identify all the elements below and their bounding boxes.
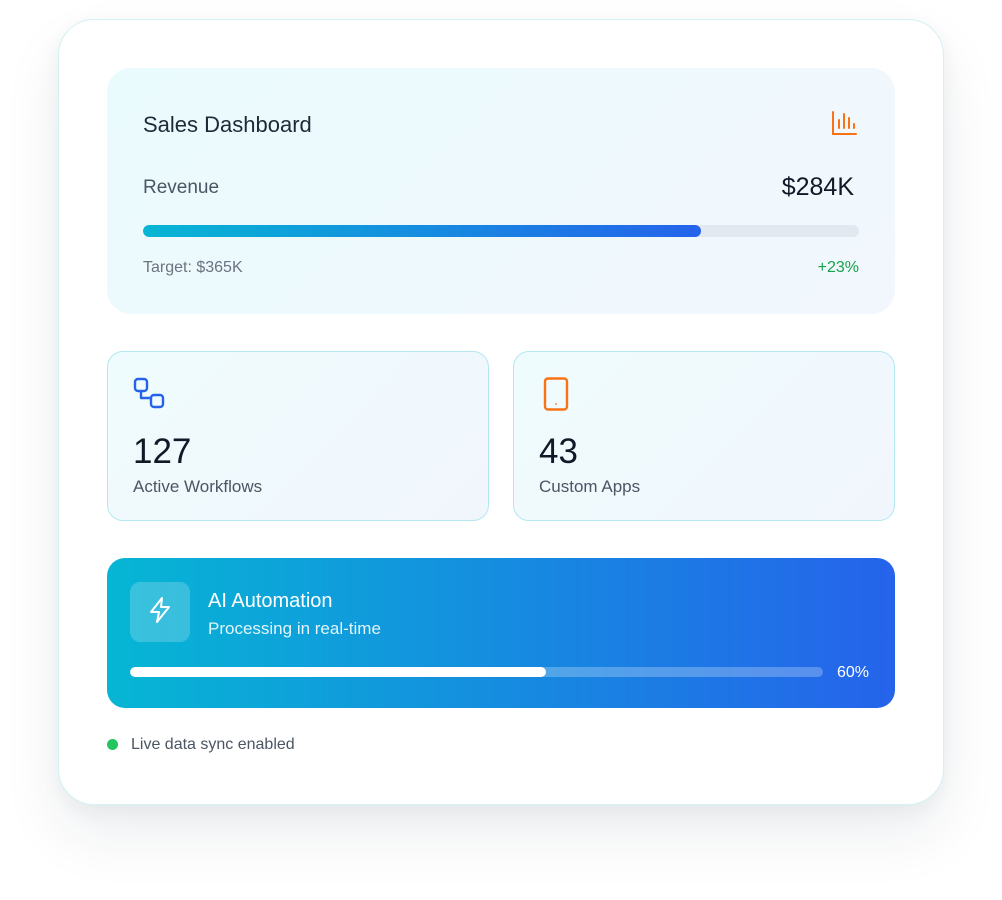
ai-progress-percent: 60%: [836, 664, 869, 681]
stat-value: 43: [539, 432, 578, 471]
ai-progress-bar: [130, 667, 823, 677]
sync-status-dot: [107, 739, 118, 750]
revenue-progress-fill: [143, 225, 702, 237]
tablet-icon: [539, 377, 573, 411]
revenue-value: $284K: [781, 173, 854, 201]
lightning-icon: [147, 596, 173, 629]
ai-icon-box: [130, 582, 190, 642]
ai-progress-fill: [130, 667, 546, 677]
ai-subtitle: Processing in real-time: [208, 619, 381, 638]
stat-value: 127: [133, 432, 192, 471]
ai-automation-panel[interactable]: AI Automation Processing in real-time 60…: [107, 558, 895, 708]
sales-title: Sales Dashboard: [143, 112, 312, 137]
sales-panel: [107, 68, 895, 314]
bar-chart-icon[interactable]: [831, 110, 857, 136]
sync-status-label: Live data sync enabled: [131, 736, 295, 753]
growth-badge: +23%: [817, 259, 859, 276]
revenue-label: Revenue: [143, 177, 220, 198]
stat-card-workflows[interactable]: 127 Active Workflows: [107, 351, 489, 521]
ai-title: AI Automation: [208, 590, 333, 612]
revenue-progress-bar: [143, 225, 859, 237]
target-label: Target: $365K: [143, 259, 243, 276]
stat-label: Custom Apps: [539, 477, 641, 496]
stat-label: Active Workflows: [133, 477, 263, 496]
workflow-icon: [133, 377, 167, 411]
stat-card-apps[interactable]: 43 Custom Apps: [513, 351, 895, 521]
